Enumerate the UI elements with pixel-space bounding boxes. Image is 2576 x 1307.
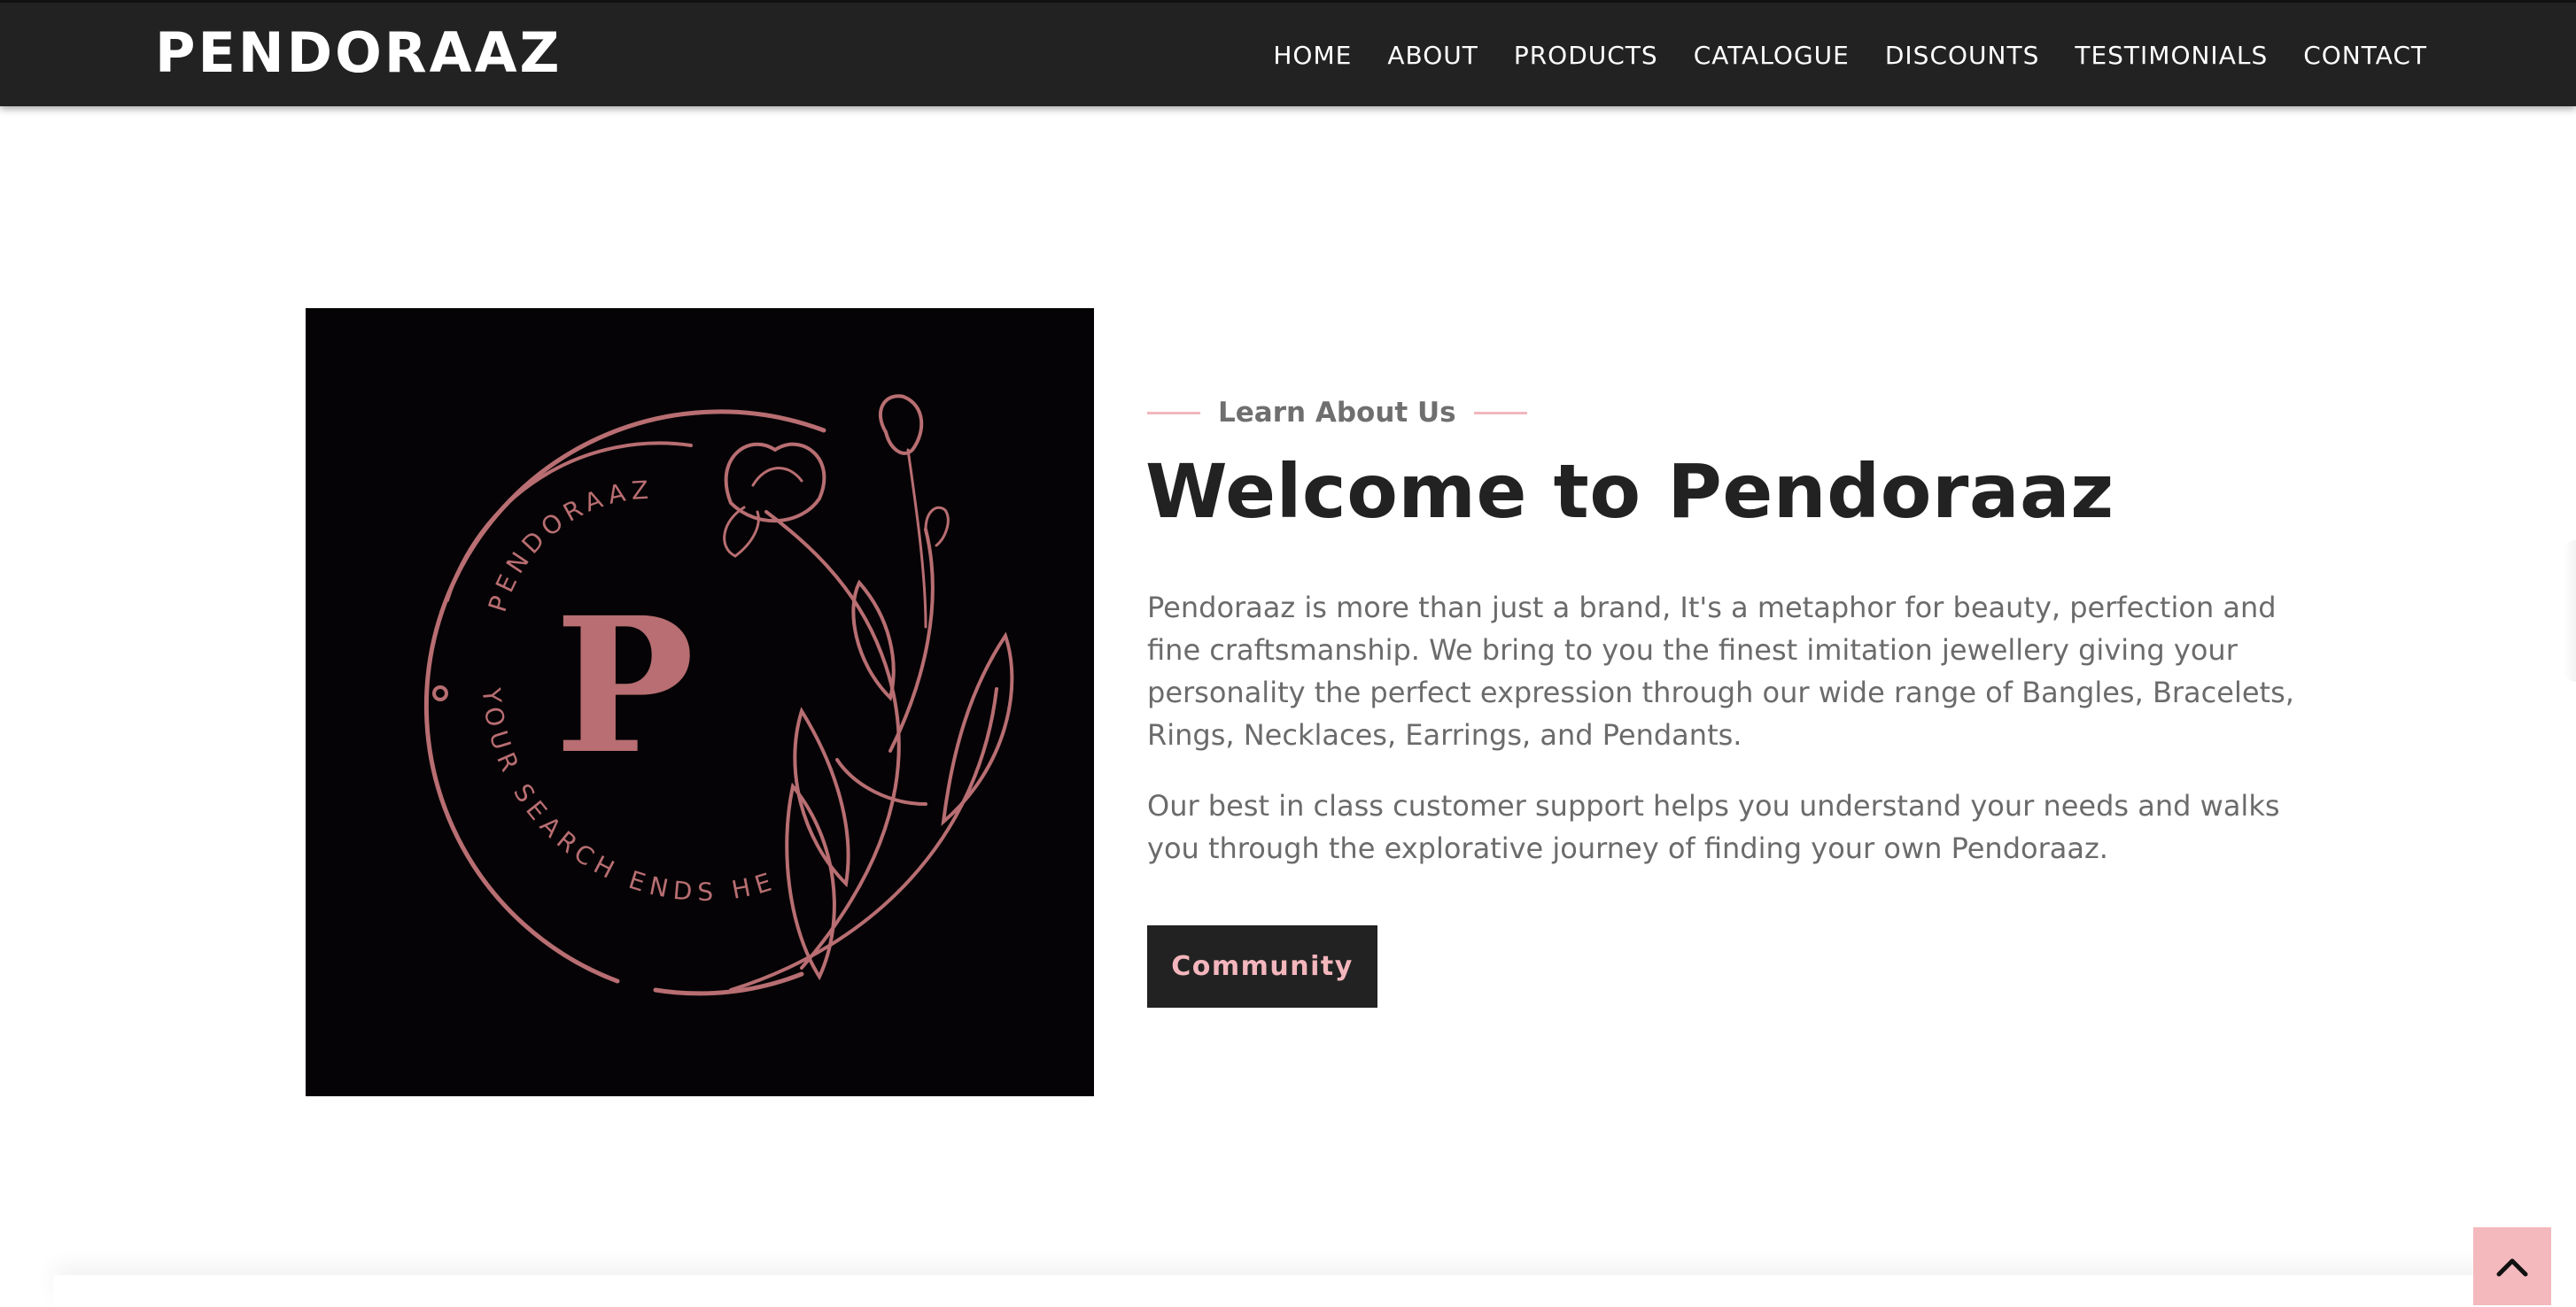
svg-text:YOUR SEARCH ENDS HERE: YOUR SEARCH ENDS HERE [306,308,780,907]
top-navbar: PENDORAAZ HOME ABOUT PRODUCTS CATALOGUE … [0,0,2576,106]
section-title: Welcome to Pendoraaz [1145,448,2114,535]
emblem-letter: P [555,576,694,795]
community-button[interactable]: Community [1147,925,1377,1008]
nav-item-discounts[interactable]: DISCOUNTS [1885,34,2040,78]
back-to-top-button[interactable] [2473,1227,2551,1305]
main-nav: HOME ABOUT PRODUCTS CATALOGUE DISCOUNTS … [1273,34,2427,78]
nav-item-home[interactable]: HOME [1273,34,1352,78]
nav-item-about[interactable]: ABOUT [1387,34,1478,78]
chevron-up-icon [2496,1258,2528,1277]
nav-item-catalogue[interactable]: CATALOGUE [1694,34,1850,78]
tag-line-left [1147,411,1200,414]
section-tag-label: Learn About Us [1218,397,1456,429]
section-tag: Learn About Us [1147,397,1527,429]
about-paragraph-2: Our best in class customer support helps… [1147,789,2280,865]
nav-item-testimonials[interactable]: TESTIMONIALS [2075,34,2268,78]
navbar-top-border [0,0,2576,3]
next-section-edge [53,1275,2525,1307]
brand-logo[interactable]: PENDORAAZ [155,18,563,89]
emblem-arc-bottom-text: YOUR SEARCH ENDS HERE [306,308,774,907]
tag-line-right [1473,411,1527,414]
pendoraaz-emblem: P PENDORAAZ YOUR SEARCH ENDS HERE [306,308,1014,996]
right-edge-shadow [2564,540,2576,682]
nav-item-contact[interactable]: CONTACT [2303,34,2427,78]
about-paragraph-1: Pendoraaz is more than just a brand, It'… [1147,591,2294,752]
nav-item-products[interactable]: PRODUCTS [1514,34,1658,78]
about-logo-image: P PENDORAAZ YOUR SEARCH ENDS HERE [306,308,1094,1096]
